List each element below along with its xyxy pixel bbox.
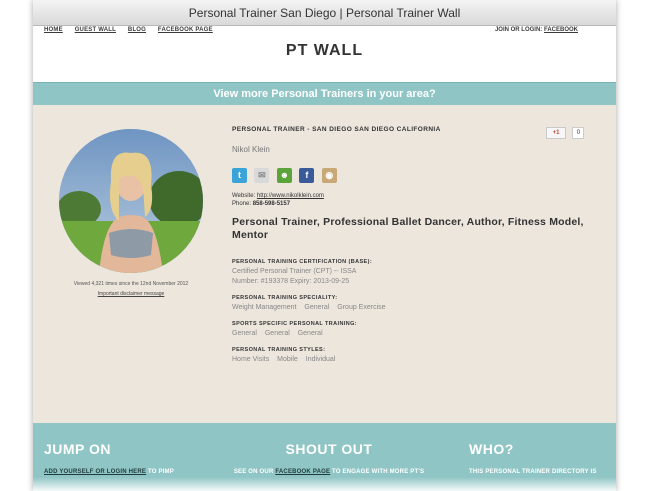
cert-line: Number: #193378 Expiry: 2013-09-25 <box>232 278 350 285</box>
certification-section: PERSONAL TRAINING CERTIFICATION (BASE): … <box>232 259 592 287</box>
sports-section: SPORTS SPECIFIC PERSONAL TRAINING: Gener… <box>232 321 592 339</box>
list-item: Mobile <box>277 356 298 363</box>
join-text: JOIN OR LOGIN: <box>494 27 543 33</box>
speciality-section: PERSONAL TRAINING SPECIALITY: Weight Man… <box>232 295 592 313</box>
section-body: Home Visits Mobile Individual <box>232 355 592 365</box>
cert-line: Certified Personal Trainer (CPT) -- ISSA <box>232 268 357 275</box>
footer-shout-out: SHOUT OUT SEE ON OUR FACEBOOK PAGE TO EN… <box>229 441 429 477</box>
disclaimer-link[interactable]: Important disclaimer message <box>53 291 209 297</box>
section-title: SPORTS SPECIFIC PERSONAL TRAINING: <box>232 321 358 327</box>
view-more-banner[interactable]: View more Personal Trainers in your area… <box>33 82 616 106</box>
footer-text-post: TO ENGAGE WITH MORE PT'S <box>330 469 425 475</box>
instagram-icon[interactable]: ◉ <box>321 168 337 183</box>
site-footer: JUMP ON ADD YOURSELF OR LOGIN HERE TO PI… <box>33 423 616 491</box>
social-icons: t ✉ ☻ f ◉ <box>232 168 592 184</box>
phone-row: Phone: 858-598-5157 <box>232 201 592 207</box>
facebook-page-link[interactable]: FACEBOOK PAGE <box>275 469 330 475</box>
list-item: Individual <box>305 356 336 363</box>
profile-content: Viewed 4,321 times since the 12nd Novemb… <box>33 105 616 423</box>
footer-text: ADD YOURSELF OR LOGIN HERE TO PIMP <box>44 467 214 477</box>
section-title: PERSONAL TRAINING STYLES: <box>232 347 326 353</box>
website-row: Website: http://www.nikolklein.com <box>232 193 592 199</box>
list-item: General <box>304 304 330 311</box>
contact-icon[interactable]: ☻ <box>276 168 292 183</box>
phone-number: 858-598-5157 <box>252 201 291 207</box>
list-item: General <box>232 330 257 337</box>
website-link[interactable]: http://www.nikolklein.com <box>257 193 324 199</box>
section-title: PERSONAL TRAINING CERTIFICATION (BASE): <box>232 259 373 265</box>
profile-tagline: Personal Trainer, Professional Ballet Da… <box>232 216 584 241</box>
phone-label: Phone: <box>232 201 252 207</box>
nav-blog[interactable]: BLOG <box>128 27 146 33</box>
window-title: Personal Trainer San Diego | Personal Tr… <box>33 0 616 26</box>
browser-window: Personal Trainer San Diego | Personal Tr… <box>33 0 616 491</box>
footer-jump-on: JUMP ON ADD YOURSELF OR LOGIN HERE TO PI… <box>44 441 214 477</box>
nav-guest-wall[interactable]: GUEST WALL <box>75 27 116 33</box>
profile-photo <box>59 129 203 273</box>
join-facebook-link[interactable]: FACEBOOK <box>544 27 578 33</box>
list-item: Group Exercise <box>337 304 386 311</box>
top-nav: HOME GUEST WALL BLOG FACEBOOK PAGE <box>44 27 223 33</box>
website-label: Website: <box>232 193 256 199</box>
footer-text-tail: TO PIMP <box>146 469 174 475</box>
twitter-icon[interactable]: t <box>232 168 247 183</box>
section-body: General General General <box>232 329 592 339</box>
list-item: Weight Management <box>232 304 297 311</box>
site-logo[interactable]: PT WALL <box>33 42 616 60</box>
add-yourself-link[interactable]: ADD YOURSELF OR LOGIN HERE <box>44 469 146 475</box>
nav-home[interactable]: HOME <box>44 27 63 33</box>
facebook-icon[interactable]: f <box>299 168 315 183</box>
footer-text: THIS PERSONAL TRAINER DIRECTORY IS <box>469 469 597 475</box>
section-title: PERSONAL TRAINING SPECIALITY: <box>232 295 338 301</box>
footer-title: SHOUT OUT <box>285 441 373 457</box>
join-login: JOIN OR LOGIN: FACEBOOK <box>495 27 578 33</box>
footer-title: WHO? <box>469 441 514 457</box>
list-item: Home Visits <box>232 356 270 363</box>
footer-text-pre: SEE ON OUR <box>233 469 276 475</box>
footer-who: WHO? THIS PERSONAL TRAINER DIRECTORY IS <box>469 441 609 477</box>
section-body: Certified Personal Trainer (CPT) -- ISSA… <box>232 267 592 287</box>
profile-info: PERSONAL TRAINER - SAN DIEGO SAN DIEGO C… <box>232 126 592 365</box>
nav-facebook-page[interactable]: FACEBOOK PAGE <box>158 27 213 33</box>
footer-text: SEE ON OUR FACEBOOK PAGE TO ENGAGE WITH … <box>229 467 429 477</box>
trainer-name: Nikol Klein <box>232 145 270 154</box>
footer-fade <box>33 477 616 491</box>
profile-headline: PERSONAL TRAINER - SAN DIEGO SAN DIEGO C… <box>232 126 441 133</box>
footer-title: JUMP ON <box>44 441 112 457</box>
email-icon[interactable]: ✉ <box>254 168 270 183</box>
section-body: Weight Management General Group Exercise <box>232 303 592 313</box>
list-item: General <box>297 330 323 337</box>
list-item: General <box>264 330 290 337</box>
view-count: Viewed 4,321 times since the 12nd Novemb… <box>73 281 189 287</box>
styles-section: PERSONAL TRAINING STYLES: Home Visits Mo… <box>232 347 592 365</box>
